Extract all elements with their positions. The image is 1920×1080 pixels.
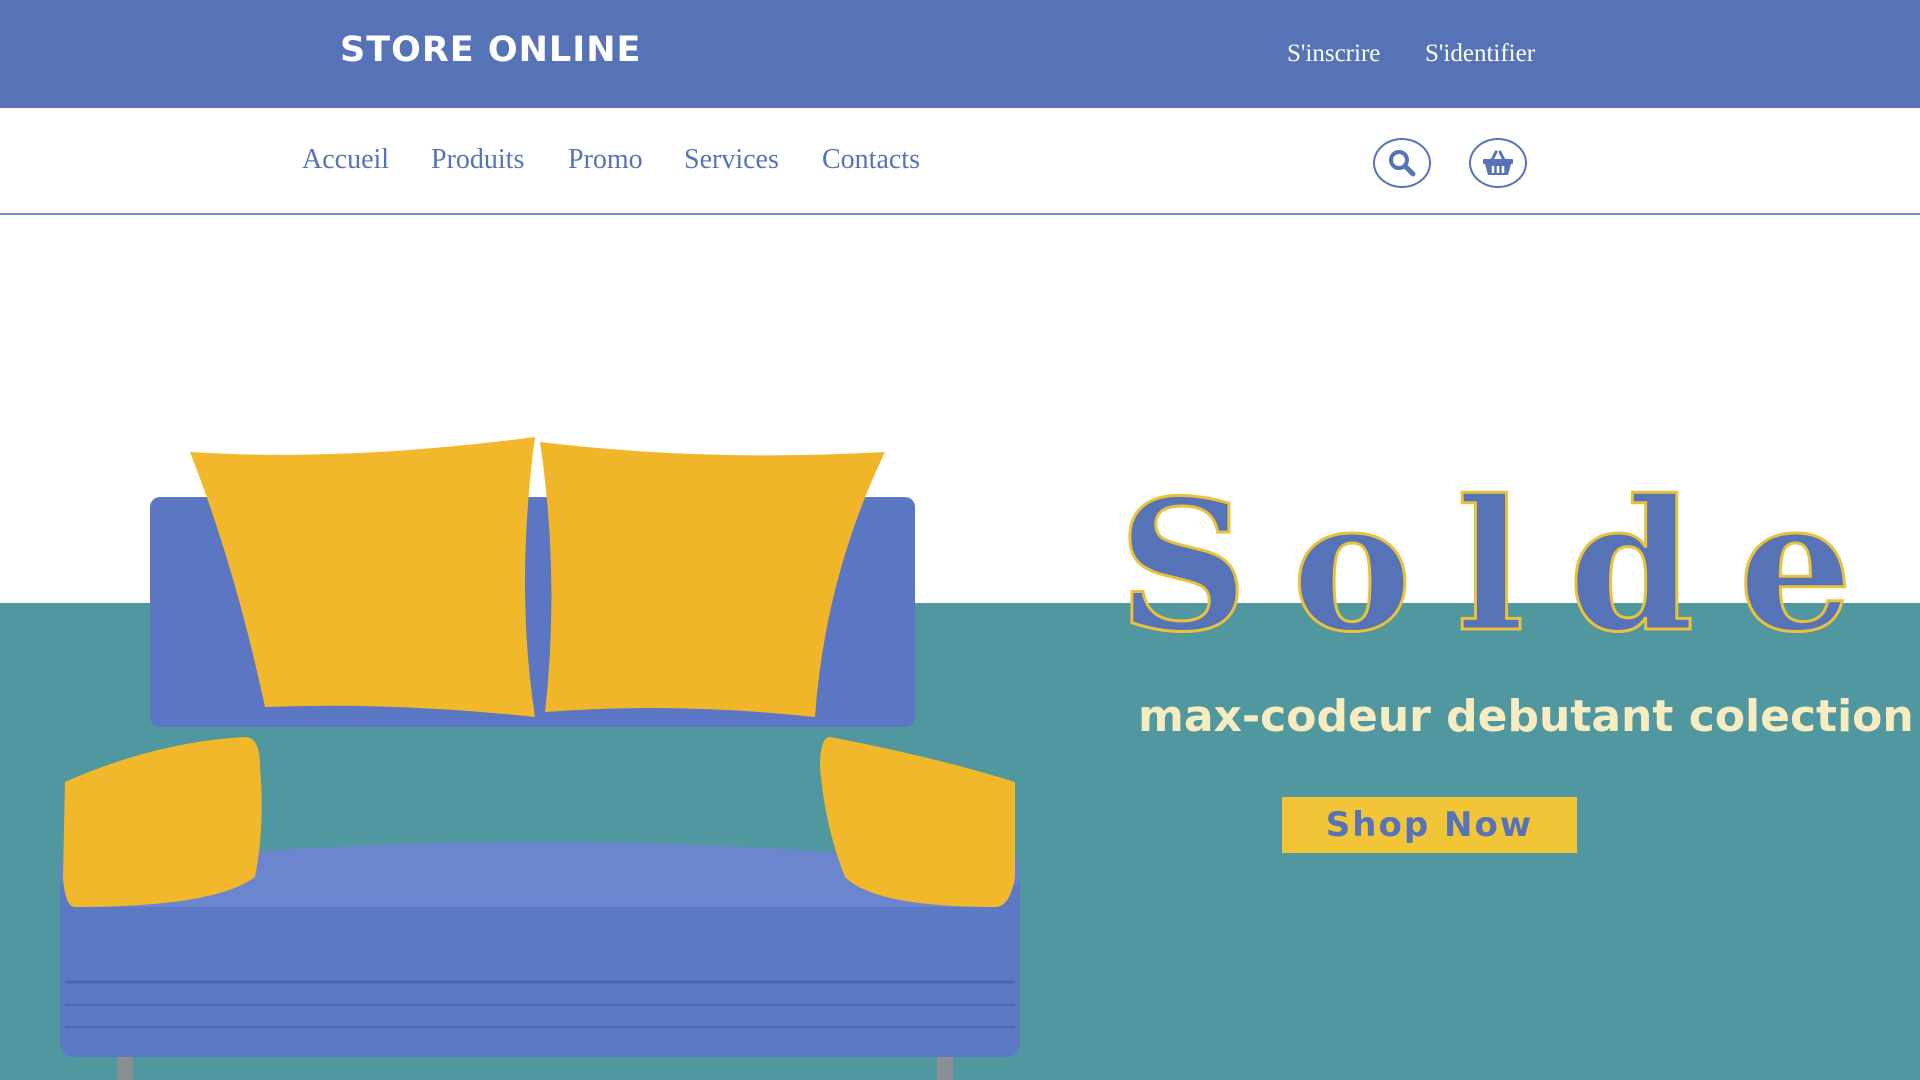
hero-subtitle: max-codeur debutant colection <box>1138 691 1914 742</box>
top-bar: STORE ONLINE S'inscrire S'identifier <box>0 0 1920 108</box>
nav-item-contacts[interactable]: Contacts <box>822 144 920 176</box>
main-nav: Accueil Produits Promo Services Contacts <box>0 108 1920 215</box>
register-link[interactable]: S'inscrire <box>1287 40 1380 68</box>
nav-item-promo[interactable]: Promo <box>568 144 643 176</box>
search-icon <box>1389 150 1416 177</box>
hero-title: Solde <box>1117 461 1897 672</box>
nav-item-services[interactable]: Services <box>684 144 779 176</box>
login-link[interactable]: S'identifier <box>1425 40 1535 68</box>
page: STORE ONLINE S'inscrire S'identifier Acc… <box>0 0 1920 1080</box>
shop-now-button[interactable]: Shop Now <box>1282 797 1577 853</box>
sofa-image <box>60 437 1020 1080</box>
basket-icon <box>1483 150 1513 175</box>
brand-logo[interactable]: STORE ONLINE <box>340 30 641 70</box>
nav-item-produits[interactable]: Produits <box>431 144 524 176</box>
hero-banner: Solde max-codeur debutant colection Shop… <box>0 217 1920 1080</box>
nav-item-accueil[interactable]: Accueil <box>302 144 389 176</box>
search-button[interactable] <box>1373 138 1431 188</box>
basket-button[interactable] <box>1469 138 1527 188</box>
